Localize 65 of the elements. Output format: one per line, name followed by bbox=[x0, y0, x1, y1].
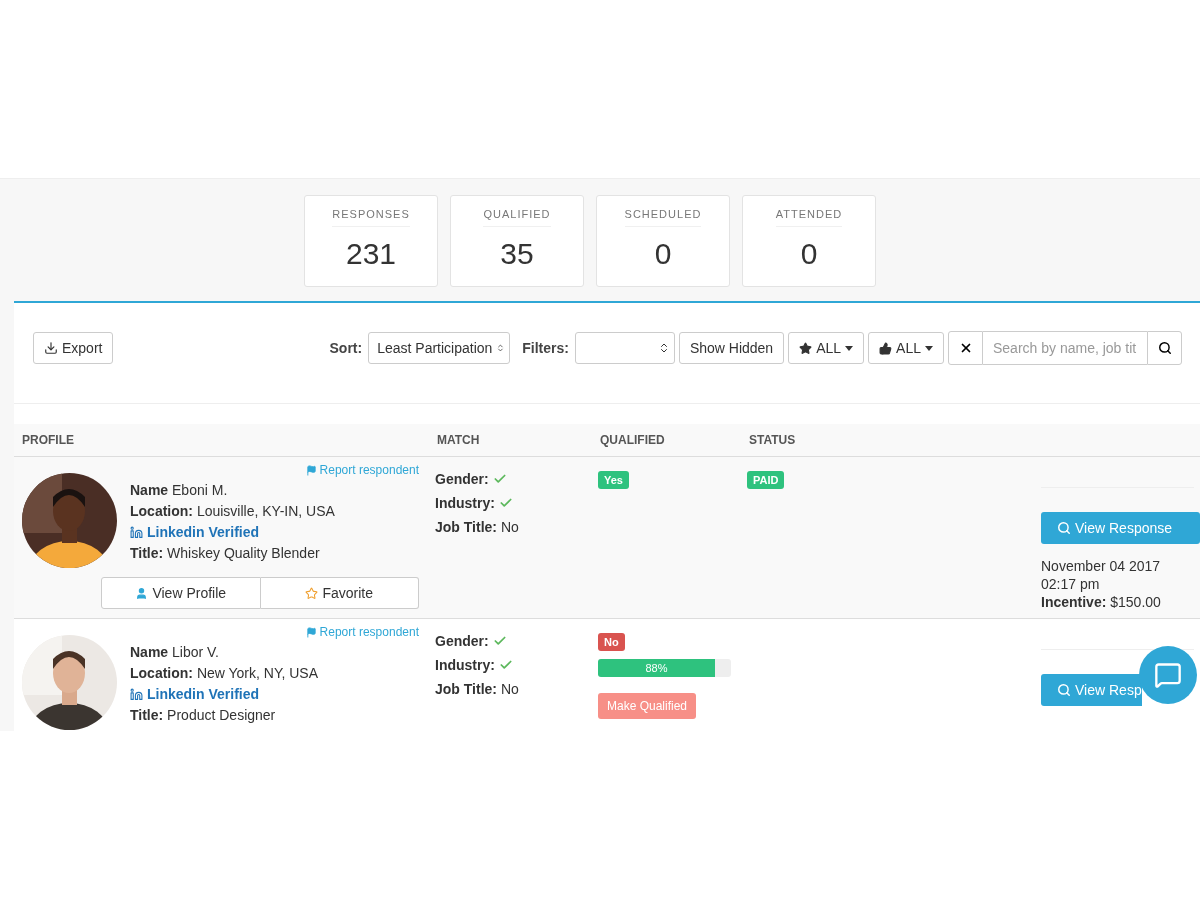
star-icon bbox=[305, 586, 319, 600]
location-text: Location: New York, NY, USA bbox=[130, 665, 320, 681]
person-icon bbox=[135, 586, 149, 600]
favorite-button[interactable]: Favorite bbox=[260, 577, 419, 609]
check-icon bbox=[492, 472, 507, 486]
progress-fill: 88% bbox=[598, 659, 716, 677]
show-hidden-button[interactable]: Show Hidden bbox=[678, 332, 785, 364]
search-icon bbox=[1057, 521, 1071, 535]
location-text: Location: Louisville, KY-IN, USA bbox=[130, 503, 336, 519]
linkedin-icon bbox=[130, 687, 143, 701]
sort-label: Sort: bbox=[329, 340, 363, 356]
match-item: Industry: bbox=[435, 495, 592, 511]
stat-label: ATTENDED bbox=[775, 208, 843, 227]
column-header: PROFILE bbox=[21, 433, 75, 447]
name-text: Name Eboni M. bbox=[130, 482, 229, 498]
title-text: Title: Whiskey Quality Blender bbox=[130, 545, 321, 561]
sort-select[interactable]: Least Participation bbox=[368, 332, 511, 364]
updown-icon bbox=[496, 342, 506, 354]
star-icon bbox=[799, 341, 813, 355]
check-icon bbox=[492, 634, 507, 648]
column-header: STATUS bbox=[748, 433, 797, 447]
stat-value: 231 bbox=[345, 237, 397, 271]
match-item: Job Title: No bbox=[435, 519, 520, 535]
column-header: QUALIFIED bbox=[599, 433, 666, 447]
thumbs-up-icon bbox=[879, 341, 893, 355]
flag-icon bbox=[305, 626, 317, 638]
name-text: Name Libor V. bbox=[130, 644, 220, 660]
stat-value: 0 bbox=[800, 237, 818, 271]
match-item: Industry: bbox=[435, 657, 592, 673]
linkedin-link[interactable]: Linkedin Verified bbox=[130, 686, 429, 702]
export-button[interactable]: Export bbox=[33, 332, 114, 364]
clear-button[interactable] bbox=[948, 331, 983, 365]
stat-value: 35 bbox=[500, 237, 534, 271]
caret-icon bbox=[845, 345, 854, 351]
flag-icon bbox=[305, 464, 317, 476]
star-filter-button[interactable]: ALL bbox=[788, 332, 865, 364]
linkedin-icon bbox=[130, 525, 143, 539]
match-item: Gender: bbox=[435, 471, 592, 487]
search-field[interactable]: Search by name, job tit bbox=[983, 331, 1147, 365]
stat-label: QUALIFIED bbox=[483, 208, 551, 227]
qualified-badge: Yes bbox=[598, 471, 629, 489]
search-icon bbox=[1057, 683, 1071, 697]
time-text: 02:17 pm bbox=[1041, 576, 1101, 592]
stat-label: RESPONSES bbox=[332, 208, 410, 227]
qualified-badge: No bbox=[598, 633, 625, 651]
stat-value: 0 bbox=[654, 237, 672, 271]
thumb-filter-button[interactable]: ALL bbox=[868, 332, 944, 364]
linkedin-link[interactable]: Linkedin Verified bbox=[130, 524, 429, 540]
date-text: November 04 2017 bbox=[1041, 558, 1162, 574]
status-badge: PAID bbox=[747, 471, 785, 489]
filters-label: Filters: bbox=[522, 340, 569, 356]
column-header: MATCH bbox=[436, 433, 481, 447]
check-icon bbox=[498, 658, 513, 672]
check-icon bbox=[498, 496, 513, 510]
search-icon bbox=[1157, 341, 1172, 355]
match-item: Gender: bbox=[435, 633, 592, 649]
title-text: Title: Product Designer bbox=[130, 707, 277, 723]
match-item: Job Title: No bbox=[435, 681, 520, 697]
chat-icon bbox=[1154, 661, 1182, 689]
view-profile-button[interactable]: View Profile bbox=[101, 577, 261, 609]
download-icon bbox=[44, 341, 58, 355]
incentive-text: Incentive: $150.00 bbox=[1041, 594, 1162, 610]
search-button[interactable] bbox=[1147, 331, 1182, 365]
stat-label: SCHEDULED bbox=[624, 208, 702, 227]
caret-icon bbox=[925, 345, 933, 351]
